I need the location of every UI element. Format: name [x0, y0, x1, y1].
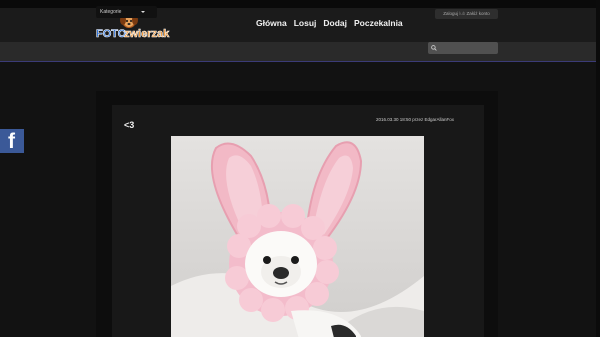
auth-box: Zaloguj lub Załóż konto: [435, 9, 498, 19]
auth-separator: lub: [459, 11, 466, 16]
chevron-down-icon: [141, 11, 145, 13]
facebook-share-tab[interactable]: f: [0, 129, 24, 153]
logo-text-zwierzak: zwierzak: [124, 28, 170, 40]
login-link[interactable]: Zaloguj: [443, 11, 458, 16]
register-link[interactable]: Załóż konto: [467, 11, 490, 16]
scrollbar[interactable]: [596, 0, 600, 337]
nav-item-poczekalnia[interactable]: Poczekalnia: [354, 17, 403, 31]
post-meta: 2016.03.30 18:50 przez EdgarAllanFox: [376, 117, 455, 122]
nav-item-losuj[interactable]: Losuj: [294, 17, 317, 31]
facebook-icon: f: [8, 130, 15, 153]
category-dropdown[interactable]: Kategorie: [96, 6, 157, 18]
search-input[interactable]: [438, 42, 496, 54]
search-box: [428, 42, 498, 54]
nav-item-glowna[interactable]: Główna: [256, 17, 287, 31]
nav-item-dodaj[interactable]: Dodaj: [323, 17, 347, 31]
search-icon: [431, 45, 437, 51]
sub-header: [0, 42, 600, 62]
logo-text-foto: FOTO: [96, 28, 127, 40]
category-dropdown-label: Kategorie: [100, 9, 122, 15]
post-title[interactable]: <3: [124, 120, 134, 130]
post-image[interactable]: [171, 136, 424, 337]
main-nav: Główna Losuj Dodaj Poczekalnia: [256, 17, 403, 31]
